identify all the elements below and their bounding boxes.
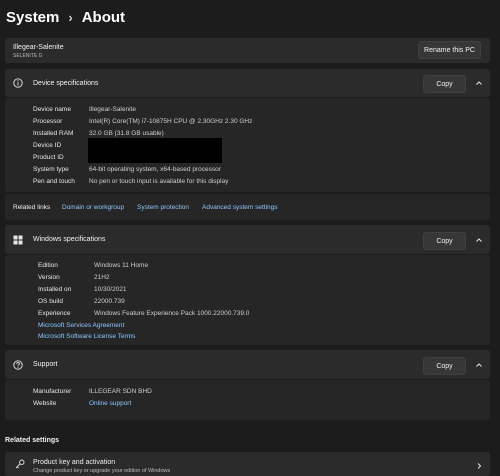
- chevron-up-icon[interactable]: [475, 79, 483, 87]
- device-specs-copy-button[interactable]: Copy: [423, 75, 466, 93]
- windows-specs-body: Edition Windows 11 Home Version 21H2 Ins…: [5, 255, 490, 345]
- product-key-title: Product key and activation: [33, 459, 116, 466]
- rename-pc-button[interactable]: Rename this PC: [418, 41, 481, 59]
- related-links-label: Related links: [13, 204, 51, 211]
- pc-model: SELENITE G: [13, 53, 43, 59]
- chevron-up-icon[interactable]: [475, 236, 483, 244]
- windows-specs-title: Windows specifications: [33, 236, 106, 243]
- online-support-link[interactable]: Online support: [89, 400, 131, 407]
- device-name-label: Device name: [33, 106, 71, 113]
- pc-name: Illegear-Salenite: [13, 44, 64, 51]
- related-links-bar: Related links Domain or workgroup System…: [5, 194, 490, 220]
- experience-label: Experience: [38, 310, 71, 317]
- website-label: Website: [33, 400, 57, 407]
- redacted-ids-block: [88, 138, 222, 163]
- system-protection-link[interactable]: System protection: [137, 204, 189, 211]
- windows-specs-header[interactable]: Windows specifications Copy: [5, 225, 490, 254]
- key-icon: [15, 459, 25, 469]
- version-value: 21H2: [94, 274, 110, 281]
- device-specs-header[interactable]: Device specifications Copy: [5, 69, 490, 97]
- product-key-activation-item[interactable]: Product key and activation Change produc…: [5, 452, 490, 476]
- page-title: About: [81, 8, 126, 26]
- support-copy-button[interactable]: Copy: [423, 357, 466, 375]
- installed-ram-value: 32.0 GB (31.8 GB usable): [89, 130, 164, 137]
- device-specs-body: Device name Illegear-Salenite Processor …: [5, 98, 490, 192]
- pen-touch-value: No pen or touch input is available for t…: [89, 178, 229, 185]
- device-name-value: Illegear-Salenite: [89, 106, 136, 113]
- edition-value: Windows 11 Home: [94, 262, 149, 269]
- os-build-value: 22000.739: [94, 298, 125, 305]
- installed-on-label: Installed on: [38, 286, 72, 293]
- product-id-label: Product ID: [33, 154, 64, 161]
- pen-touch-label: Pen and touch: [33, 178, 75, 185]
- breadcrumb-separator: ›: [68, 9, 73, 25]
- system-type-value: 64-bit operating system, x64-based proce…: [89, 166, 221, 173]
- device-id-label: Device ID: [33, 142, 62, 149]
- chevron-right-icon: [477, 463, 482, 469]
- breadcrumb-system-link[interactable]: System: [6, 9, 59, 26]
- ms-license-terms-link[interactable]: Microsoft Software License Terms: [38, 333, 135, 340]
- manufacturer-value: ILLEGEAR SDN BHD: [89, 388, 152, 395]
- pc-name-card: Illegear-Salenite SELENITE G Rename this…: [5, 38, 490, 63]
- advanced-system-settings-link[interactable]: Advanced system settings: [202, 204, 278, 211]
- breadcrumb: System › About: [6, 5, 125, 29]
- windows-logo-icon: [13, 235, 23, 245]
- installed-on-value: 10/30/2021: [94, 286, 127, 293]
- support-title: Support: [33, 361, 58, 368]
- processor-label: Processor: [33, 118, 63, 125]
- ms-services-agreement-link[interactable]: Microsoft Services Agreement: [38, 322, 124, 329]
- chevron-up-icon[interactable]: [475, 361, 483, 369]
- device-specs-title: Device specifications: [33, 80, 99, 87]
- related-settings-label: Related settings: [5, 437, 60, 444]
- installed-ram-label: Installed RAM: [33, 130, 74, 137]
- experience-value: Windows Feature Experience Pack 1000.220…: [94, 310, 250, 317]
- info-icon: [13, 78, 23, 88]
- windows-specs-copy-button[interactable]: Copy: [423, 232, 466, 250]
- system-type-label: System type: [33, 166, 69, 173]
- support-body: Manufacturer ILLEGEAR SDN BHD Website On…: [5, 380, 490, 420]
- os-build-label: OS build: [38, 298, 63, 305]
- processor-value: Intel(R) Core(TM) i7-10875H CPU @ 2.30GH…: [89, 118, 253, 125]
- domain-workgroup-link[interactable]: Domain or workgroup: [62, 204, 124, 211]
- edition-label: Edition: [38, 262, 58, 269]
- support-header[interactable]: Support Copy: [5, 350, 490, 379]
- help-icon: [13, 360, 23, 370]
- manufacturer-label: Manufacturer: [33, 388, 72, 395]
- version-label: Version: [38, 274, 60, 281]
- product-key-subtitle: Change product key or upgrade your editi…: [33, 468, 171, 474]
